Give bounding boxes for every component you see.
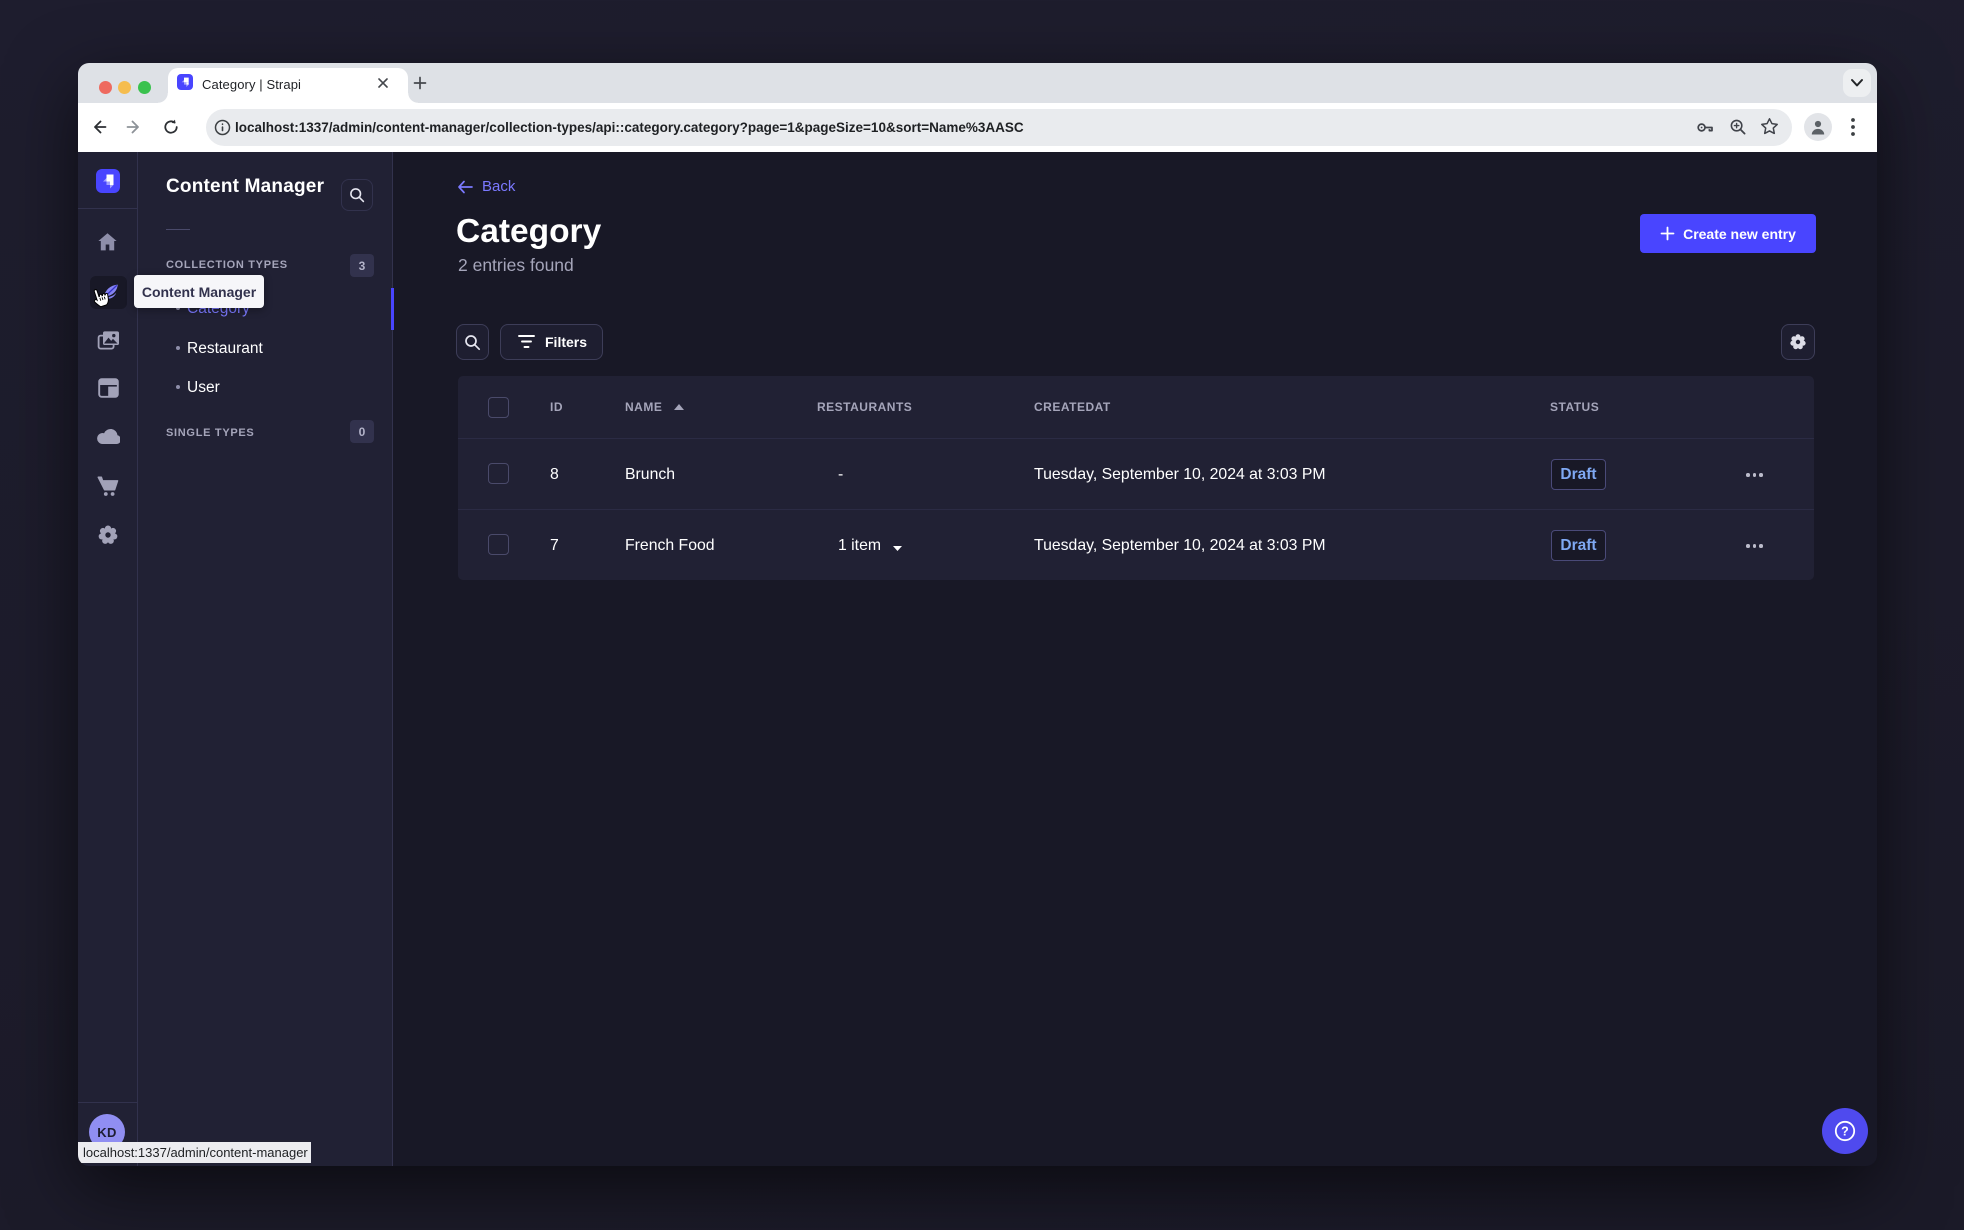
svg-text:?: ? [1841, 1124, 1849, 1138]
